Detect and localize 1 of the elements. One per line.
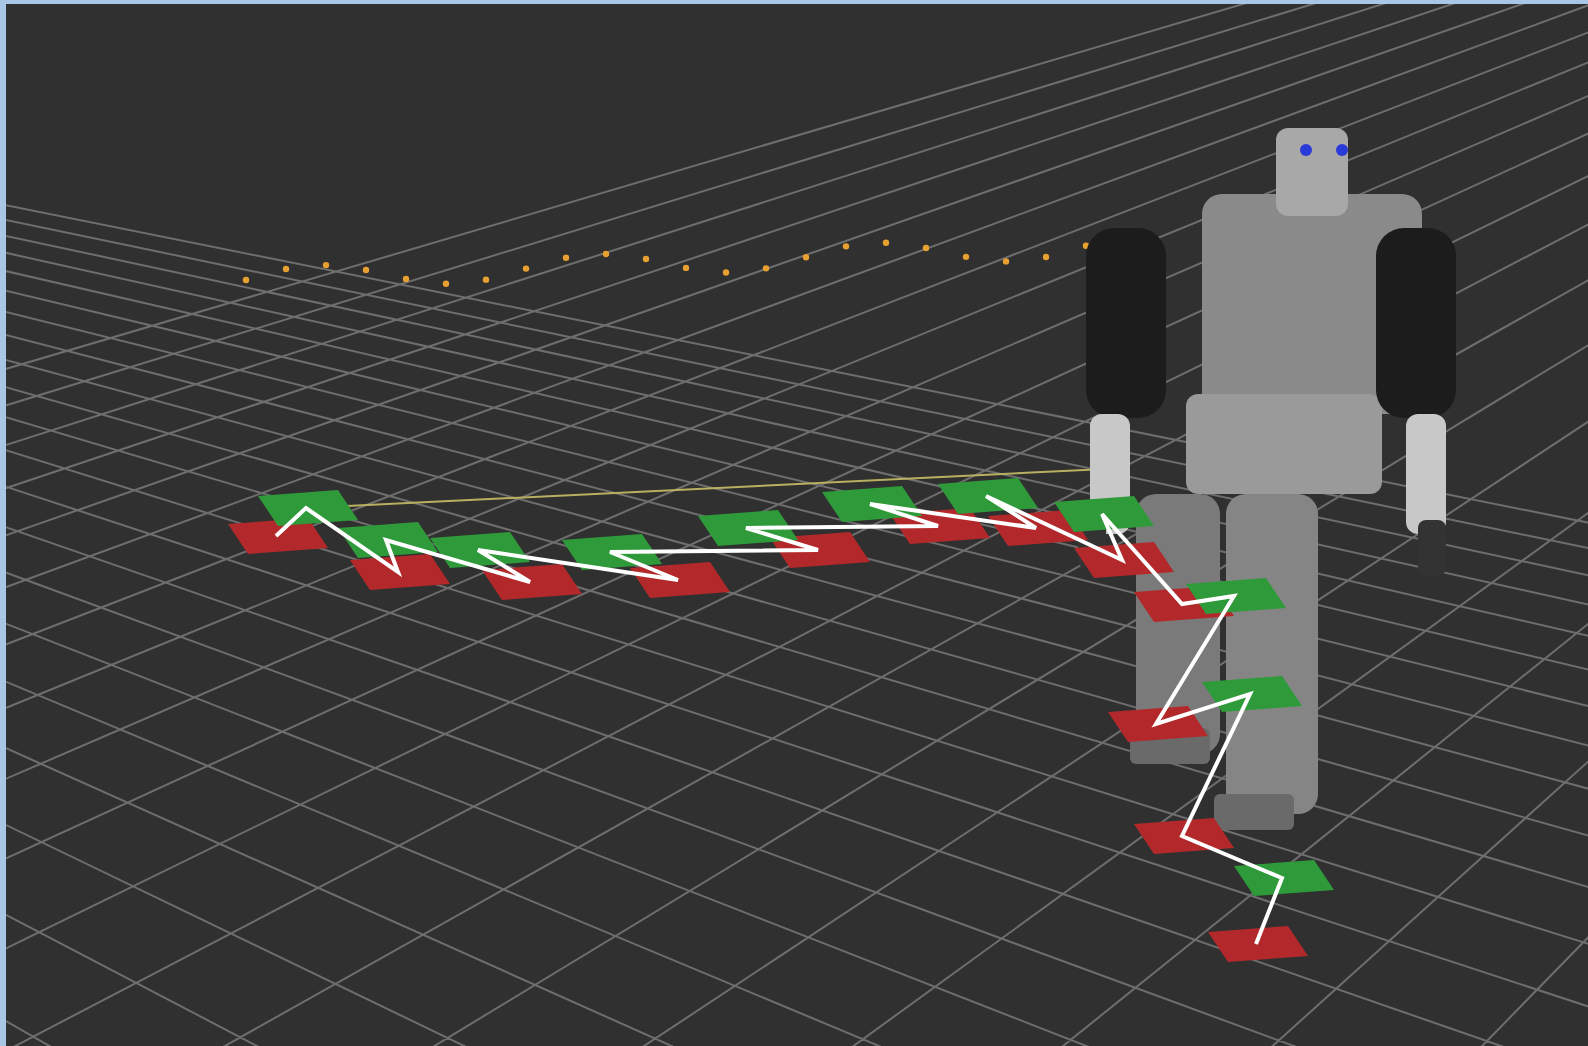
robot-head	[1276, 128, 1348, 216]
